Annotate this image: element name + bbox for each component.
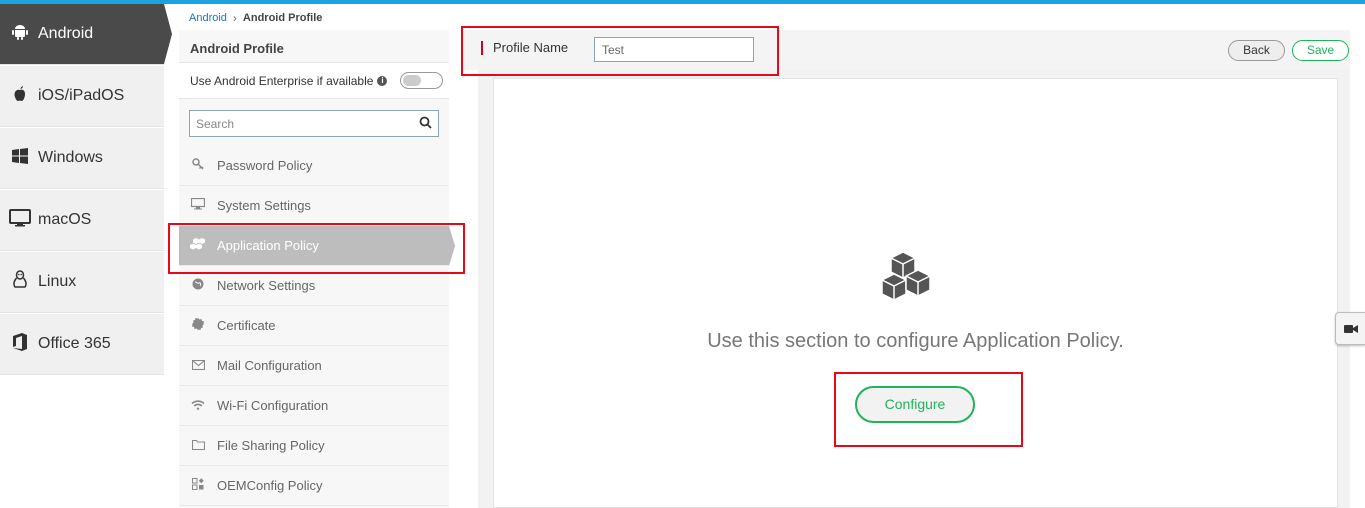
annotation-box-profile-name (461, 26, 779, 76)
android-icon (2, 23, 38, 46)
breadcrumb-current: Android Profile (242, 12, 323, 24)
chevron-right-icon: › (232, 11, 237, 25)
envelope-icon (179, 359, 217, 373)
annotation-box-configure (834, 372, 1023, 447)
panel-title: Android Profile (179, 30, 449, 63)
menu-item-system-settings[interactable]: System Settings (179, 186, 449, 226)
breadcrumb: Android › Android Profile (189, 11, 322, 25)
back-button[interactable]: Back (1228, 40, 1285, 61)
os-item-label: Linux (38, 273, 77, 290)
wifi-icon (179, 399, 217, 413)
cubes-icon (880, 250, 946, 302)
search-input[interactable] (196, 116, 419, 131)
folder-icon (179, 439, 217, 453)
info-icon[interactable]: i (377, 75, 388, 86)
save-button[interactable]: Save (1292, 40, 1349, 61)
os-item-label: Office 365 (38, 335, 111, 352)
breadcrumb-android-link[interactable]: Android (189, 12, 227, 24)
os-item-label: Android (38, 25, 94, 42)
menu-item-oemconfig-policy[interactable]: OEMConfig Policy (179, 466, 449, 506)
menu-item-mail-configuration[interactable]: Mail Configuration (179, 346, 449, 386)
apple-icon (2, 85, 38, 108)
menu-item-label: OEMConfig Policy (217, 478, 323, 493)
office-icon (2, 332, 38, 357)
key-icon (179, 158, 217, 173)
os-item-ios[interactable]: iOS/iPadOS (0, 66, 164, 127)
menu-item-password-policy[interactable]: Password Policy (179, 146, 449, 186)
menu-item-file-sharing-policy[interactable]: File Sharing Policy (179, 426, 449, 466)
certificate-icon (179, 318, 217, 333)
search-icon[interactable] (419, 116, 432, 132)
search-box (189, 110, 439, 137)
os-item-linux[interactable]: Linux (0, 252, 164, 313)
os-item-label: macOS (38, 211, 92, 228)
empty-state-message: Use this section to configure Applicatio… (707, 330, 1124, 352)
enterprise-row: Use Android Enterprise if available i (179, 63, 449, 99)
monitor-icon (2, 208, 38, 232)
os-item-windows[interactable]: Windows (0, 128, 164, 189)
annotation-box-application-policy (168, 223, 465, 274)
globe-icon (179, 278, 217, 293)
os-item-label: iOS/iPadOS (38, 87, 125, 104)
os-item-label: Windows (38, 149, 103, 166)
menu-item-label: Password Policy (217, 158, 313, 173)
menu-item-label: Mail Configuration (217, 358, 322, 373)
menu-item-wifi-configuration[interactable]: Wi-Fi Configuration (179, 386, 449, 426)
enterprise-label: Use Android Enterprise if available (190, 73, 374, 88)
menu-item-label: Wi-Fi Configuration (217, 398, 329, 413)
os-sidebar: Android iOS/iPadOS Windows macOS Linux O… (0, 4, 172, 508)
menu-item-label: Network Settings (217, 278, 316, 293)
oemconfig-icon (179, 478, 217, 493)
os-item-macos[interactable]: macOS (0, 190, 164, 251)
menu-item-label: Certificate (217, 318, 276, 333)
enterprise-toggle[interactable] (400, 72, 443, 89)
linux-icon (2, 269, 38, 295)
toggle-knob (403, 75, 421, 86)
top-accent-bar (0, 0, 1365, 4)
menu-item-certificate[interactable]: Certificate (179, 306, 449, 346)
os-item-android[interactable]: Android (0, 4, 172, 65)
windows-icon (2, 147, 38, 170)
os-item-office365[interactable]: Office 365 (0, 314, 164, 375)
menu-item-label: File Sharing Policy (217, 438, 325, 453)
menu-item-label: System Settings (217, 198, 311, 213)
policy-menu: Password Policy System Settings Applicat… (179, 146, 455, 506)
video-camera-icon[interactable] (1335, 312, 1365, 345)
monitor-icon (179, 197, 217, 213)
